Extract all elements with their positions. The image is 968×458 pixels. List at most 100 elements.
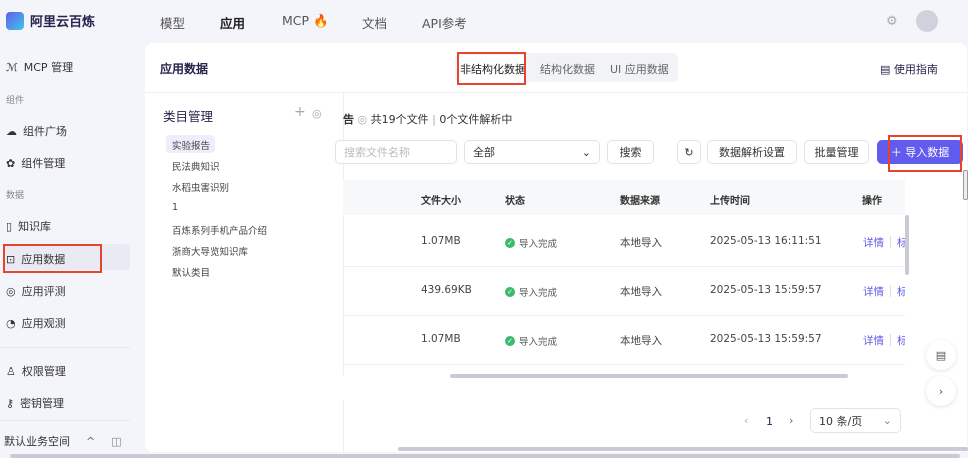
doc-icon: ▤: [935, 348, 947, 362]
details-link[interactable]: 详情: [863, 235, 884, 250]
col-source: 数据来源: [620, 196, 660, 207]
pie-icon: ◔: [6, 316, 16, 330]
key-icon: ⚷: [6, 396, 15, 410]
doc-float-button[interactable]: ▤: [926, 340, 956, 370]
sidebar-item-permissions[interactable]: ♙ 权限管理: [6, 363, 66, 379]
file-size: 1.07MB: [421, 333, 461, 345]
guide-link[interactable]: ▤ 使用指南: [880, 61, 938, 77]
sidebar-item-component-plaza[interactable]: ☁ 组件广场: [6, 123, 67, 139]
settings-icon[interactable]: ◎: [312, 107, 322, 120]
category-item[interactable]: 民法典知识: [172, 159, 220, 173]
expand-float-button[interactable]: ›: [926, 376, 956, 406]
category-item[interactable]: 浙商大导览知识库: [172, 244, 248, 258]
collapse-icon[interactable]: ◫: [111, 435, 121, 448]
divider: [890, 236, 891, 248]
label: 组件管理: [21, 157, 66, 170]
divider: [343, 266, 905, 267]
tag-link[interactable]: 标: [897, 235, 905, 250]
logo-icon: [6, 11, 24, 30]
horizontal-scrollbar[interactable]: [450, 374, 848, 378]
nav-docs[interactable]: 文档: [362, 13, 387, 32]
nav-api[interactable]: API参考: [422, 13, 467, 32]
nav-mcp-label: MCP: [282, 13, 310, 28]
prev-page-icon[interactable]: ‹: [744, 414, 748, 427]
refresh-icon[interactable]: ↻: [677, 140, 701, 164]
category-title: 类目管理: [163, 109, 214, 124]
sidebar-item-keys[interactable]: ⚷ 密钥管理: [6, 395, 64, 411]
status-text: 导入完成: [519, 239, 558, 250]
page-number[interactable]: 1: [766, 415, 773, 428]
status-text: 导入完成: [519, 288, 558, 299]
divider: [343, 315, 905, 316]
tag-link[interactable]: 标: [897, 284, 905, 299]
category-item[interactable]: 实验报告: [172, 138, 210, 152]
puzzle-icon: ☁: [6, 124, 17, 138]
compass-icon: ◎: [6, 284, 16, 298]
info-icon: ◎: [357, 113, 368, 126]
details-link[interactable]: 详情: [863, 333, 884, 348]
label: 组件广场: [23, 125, 67, 138]
status-badge: ✓ 导入完成: [505, 334, 557, 348]
user-icon: ♙: [6, 364, 16, 378]
side-handle[interactable]: [963, 170, 968, 200]
details-link[interactable]: 详情: [863, 284, 884, 299]
category-item[interactable]: 1: [172, 202, 178, 213]
sidebar-item-mcp[interactable]: ℳ MCP 管理: [6, 59, 73, 75]
label: 默认业务空间: [4, 435, 70, 448]
add-icon[interactable]: +: [294, 104, 306, 120]
tab-structured[interactable]: 结构化数据: [540, 61, 595, 77]
category-item[interactable]: 水稻虫害识别: [172, 180, 229, 194]
label: 全部: [473, 146, 495, 159]
divider: [343, 364, 905, 365]
next-page-icon[interactable]: ›: [789, 414, 793, 427]
summary: 告 ◎ 共19个文件 | 0个文件解析中: [343, 113, 513, 126]
file-size: 439.69KB: [421, 284, 472, 296]
label: 知识库: [18, 220, 52, 233]
search-button[interactable]: 搜索: [607, 140, 654, 164]
workspace-switcher[interactable]: 默认业务空间 ^ ◫: [4, 433, 122, 449]
category-item[interactable]: 百炼系列手机产品介绍: [172, 223, 267, 237]
window-scrollbar[interactable]: [10, 454, 960, 458]
sidebar-item-app-observe[interactable]: ◔ 应用观测: [6, 315, 66, 331]
tag-link[interactable]: 标: [897, 333, 905, 348]
nav-apps[interactable]: 应用: [220, 13, 245, 32]
label: 应用评测: [21, 285, 66, 298]
batch-manage-button[interactable]: 批量管理: [804, 140, 869, 164]
avatar[interactable]: [916, 10, 938, 32]
sidebar-item-knowledge[interactable]: ▯ 知识库: [6, 218, 51, 234]
chevron-right-icon: ›: [938, 384, 944, 398]
status-badge: ✓ 导入完成: [505, 236, 557, 250]
page-scrollbar[interactable]: [398, 447, 968, 451]
page-title: 应用数据: [160, 62, 209, 76]
tab-ui-data[interactable]: UI 应用数据: [610, 61, 669, 77]
search-input[interactable]: 搜索文件名称: [335, 140, 457, 164]
divider: [890, 285, 891, 297]
book-icon: ▯: [6, 219, 13, 233]
page-size-select[interactable]: 10 条/页 ⌄: [810, 408, 901, 433]
highlight-box: [888, 135, 962, 172]
settings-icon[interactable]: ⚙: [886, 14, 898, 29]
divider: [145, 92, 967, 93]
brand-name: 阿里云百炼: [30, 15, 96, 30]
label: MCP 管理: [23, 61, 74, 74]
label: 权限管理: [21, 365, 66, 378]
category-item[interactable]: 默认类目: [172, 265, 210, 279]
col-time: 上传时间: [710, 196, 750, 207]
nav-models[interactable]: 模型: [160, 13, 185, 32]
vertical-scrollbar[interactable]: [905, 215, 909, 275]
section-components: 组件: [6, 96, 25, 106]
status-filter-select[interactable]: 全部 ⌄: [464, 140, 600, 164]
divider: [890, 334, 891, 346]
sidebar-item-app-eval[interactable]: ◎ 应用评测: [6, 283, 66, 299]
data-source: 本地导入: [620, 335, 662, 347]
highlight-box: [457, 52, 526, 85]
brand-logo[interactable]: 阿里云百炼: [6, 11, 95, 30]
parse-settings-button[interactable]: 数据解析设置: [707, 140, 797, 164]
mcp-icon: ℳ: [6, 60, 18, 74]
chevron-down-icon: ⌄: [581, 145, 591, 159]
nav-mcp[interactable]: MCP 🔥: [282, 13, 329, 29]
divider: [0, 420, 130, 421]
label: 使用指南: [893, 63, 938, 76]
category-name: 告: [343, 113, 354, 126]
sidebar-item-component-mgmt[interactable]: ✿ 组件管理: [6, 155, 65, 171]
